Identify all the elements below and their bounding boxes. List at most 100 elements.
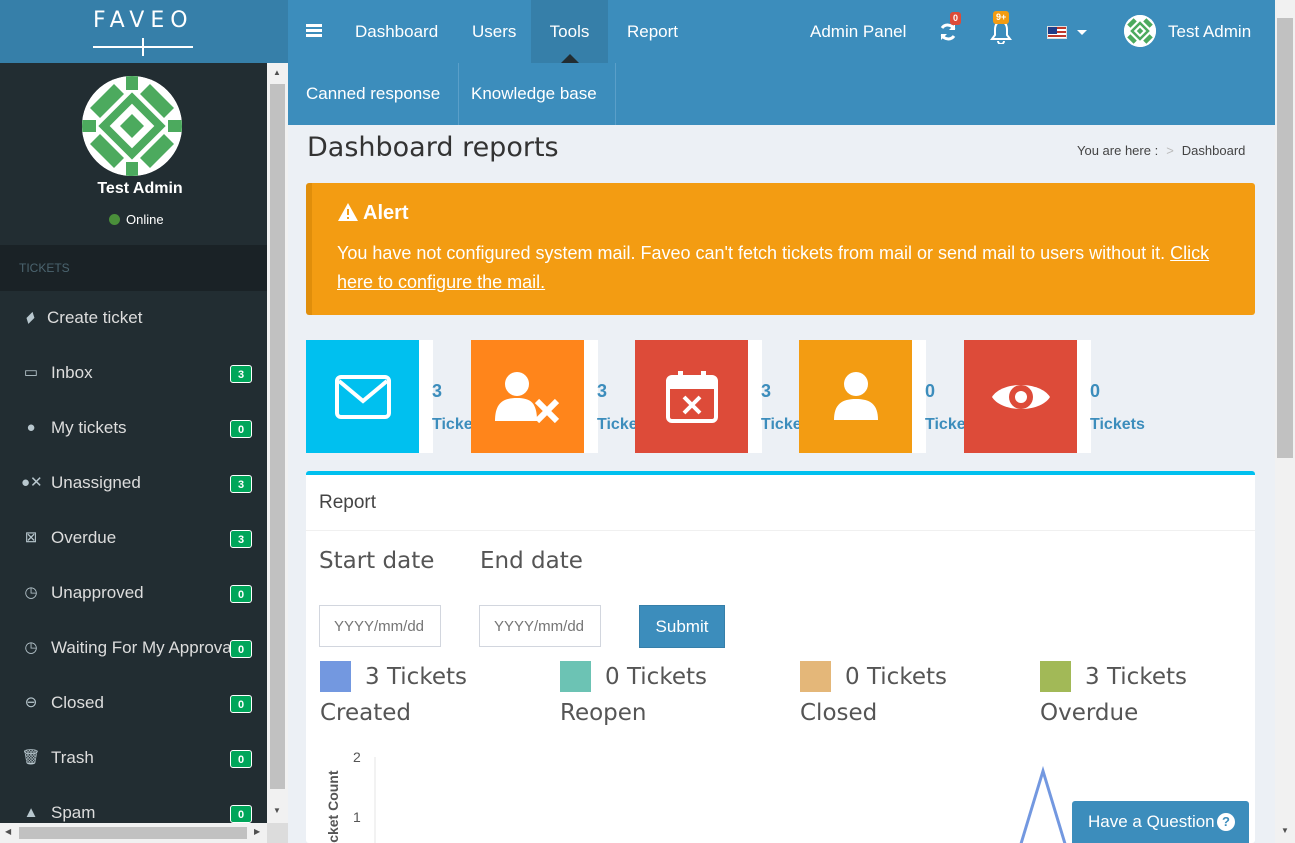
scroll-up-arrow-icon[interactable]: ▲ <box>273 68 281 77</box>
report-title: Report <box>319 492 377 513</box>
legend-value: 0 Tickets <box>605 664 707 690</box>
info-box-label: Tickets <box>1090 416 1145 433</box>
sidebar-item-label: Unapproved <box>51 583 144 602</box>
page-scroll-thumb[interactable] <box>1277 18 1293 458</box>
start-date-input[interactable] <box>319 605 441 647</box>
alert-message-text: You have not configured system mail. Fav… <box>337 243 1166 263</box>
online-status-dot-icon <box>109 214 120 225</box>
sidebar-item-label: Closed <box>51 693 104 712</box>
y-axis-label: Ticket Count <box>325 770 341 843</box>
sidebar-hscroll-thumb[interactable] <box>19 827 247 839</box>
start-date-label: Start date <box>319 548 435 574</box>
sidebar-scroll-thumb[interactable] <box>270 84 285 789</box>
legend-name: Reopen <box>560 700 647 726</box>
user-status: Online <box>109 212 164 227</box>
language-caret-icon[interactable] <box>1077 30 1087 35</box>
scroll-left-arrow-icon[interactable]: ◀ <box>5 827 11 836</box>
user-name-top[interactable]: Test Admin <box>1168 0 1251 63</box>
divider <box>306 530 1255 531</box>
refresh-button[interactable]: 0 <box>937 12 963 44</box>
warning-icon: ▲ <box>23 804 39 821</box>
hamburger-menu-icon[interactable] <box>306 24 322 38</box>
legend-value: 3 Tickets <box>365 664 467 690</box>
nav-tools[interactable]: Tools <box>531 0 608 63</box>
notifications-button[interactable]: 9+ <box>990 11 1016 44</box>
clock-icon: ◷ <box>24 639 38 656</box>
end-date-input[interactable] <box>479 605 601 647</box>
user-avatar-small[interactable] <box>1124 15 1156 47</box>
breadcrumb-separator: > <box>1166 143 1174 158</box>
have-question-label: Have a Question <box>1088 812 1215 831</box>
sidebar-item-unapproved[interactable]: ◷ Unapproved 0 <box>0 565 267 620</box>
count-badge: 0 <box>230 750 252 768</box>
legend-swatch <box>1040 661 1071 692</box>
report-box: Report Start date End date Submit 3 Tick… <box>306 471 1255 843</box>
sidebar-horizontal-scrollbar[interactable]: ◀ ▶ <box>0 823 267 843</box>
legend-value: 0 Tickets <box>845 664 947 690</box>
sidebar-scrollbar[interactable]: ▲ ▼ <box>267 63 288 823</box>
sidebar-item-create-ticket[interactable]: ▰ Create ticket <box>0 290 267 345</box>
count-badge: 0 <box>230 585 252 603</box>
calendar-times-icon: ⊠ <box>24 529 38 546</box>
sidebar-item-label: My tickets <box>51 418 127 437</box>
nav-report[interactable]: Report <box>608 0 697 63</box>
sidebar-item-closed[interactable]: ⊖ Closed 0 <box>0 675 267 730</box>
warning-icon <box>338 203 358 221</box>
alert-title-text: Alert <box>363 202 409 224</box>
count-badge: 3 <box>230 530 252 548</box>
us-flag-icon[interactable] <box>1047 26 1067 39</box>
legend-name: Overdue <box>1040 700 1139 726</box>
alert-title: Alert <box>337 202 409 225</box>
scroll-corner <box>267 823 288 843</box>
sidebar-item-inbox[interactable]: ▭ Inbox 3 <box>0 345 267 400</box>
user-times-icon: ●✕ <box>21 474 43 491</box>
info-box-label: Tickets <box>597 416 635 433</box>
sidebar-item-label: Overdue <box>51 528 117 547</box>
sidebar-item-overdue[interactable]: ⊠ Overdue 3 <box>0 510 267 565</box>
info-box-label: Tickets <box>925 416 964 433</box>
sidebar-item-spam[interactable]: ▲ Spam 0 <box>0 785 267 823</box>
have-a-question-button[interactable]: Have a Question ? <box>1072 801 1249 843</box>
count-badge: 0 <box>230 695 252 713</box>
info-box-count: 3 <box>597 381 608 401</box>
end-date-label: End date <box>480 548 583 574</box>
sidebar-item-label: Waiting For My Approval <box>51 638 236 657</box>
sidebar-item-my-tickets[interactable]: ● My tickets 0 <box>0 400 267 455</box>
count-badge: 3 <box>230 365 252 383</box>
info-box-count: 0 <box>1090 381 1101 401</box>
refresh-icon <box>940 23 956 41</box>
sidebar-item-unassigned[interactable]: ●✕ Unassigned 3 <box>0 455 267 510</box>
sidebar: Test Admin Online TICKETS ▰ Create ticke… <box>0 63 267 823</box>
series-line-created <box>1019 765 1067 843</box>
subnav-canned-response[interactable]: Canned response <box>288 63 460 125</box>
mail-config-alert: Alert You have not configured system mai… <box>306 183 1255 315</box>
breadcrumb-prefix: You are here : <box>1077 143 1159 158</box>
submit-button[interactable]: Submit <box>639 605 725 648</box>
sidebar-item-trash[interactable]: 🗑 Trash 0 <box>0 730 267 785</box>
sidebar-item-waiting-approval[interactable]: ◷ Waiting For My Approval 0 <box>0 620 267 675</box>
nav-dashboard[interactable]: Dashboard <box>336 0 457 63</box>
user-icon: ● <box>26 419 36 436</box>
legend-name: Closed <box>800 700 878 726</box>
logo[interactable]: FAVEO <box>0 0 288 63</box>
page-scrollbar[interactable]: ▼ <box>1275 0 1295 843</box>
top-navbar: FAVEO Dashboard Users Tools Report Admin… <box>0 0 1275 63</box>
logo-tick <box>142 38 144 56</box>
page-title: Dashboard reports <box>307 132 559 163</box>
info-box-count: 3 <box>761 381 772 401</box>
sidebar-user-name: Test Admin <box>97 180 183 197</box>
logo-text: FAVEO <box>93 8 194 33</box>
sidebar-item-label: Trash <box>51 748 94 767</box>
nav-users[interactable]: Users <box>453 0 535 63</box>
page-scroll-down-icon[interactable]: ▼ <box>1281 826 1289 835</box>
clock-icon: ◷ <box>24 584 38 601</box>
scroll-right-arrow-icon[interactable]: ▶ <box>254 827 260 836</box>
legend-value: 3 Tickets <box>1085 664 1187 690</box>
legend-swatch <box>320 661 351 692</box>
trash-icon: 🗑 <box>21 749 41 766</box>
breadcrumb-current[interactable]: Dashboard <box>1182 143 1246 158</box>
admin-panel-link[interactable]: Admin Panel <box>810 0 906 63</box>
subnav-knowledge-base[interactable]: Knowledge base <box>453 63 616 125</box>
inbox-icon: ▭ <box>23 364 39 381</box>
scroll-down-arrow-icon[interactable]: ▼ <box>273 806 281 815</box>
